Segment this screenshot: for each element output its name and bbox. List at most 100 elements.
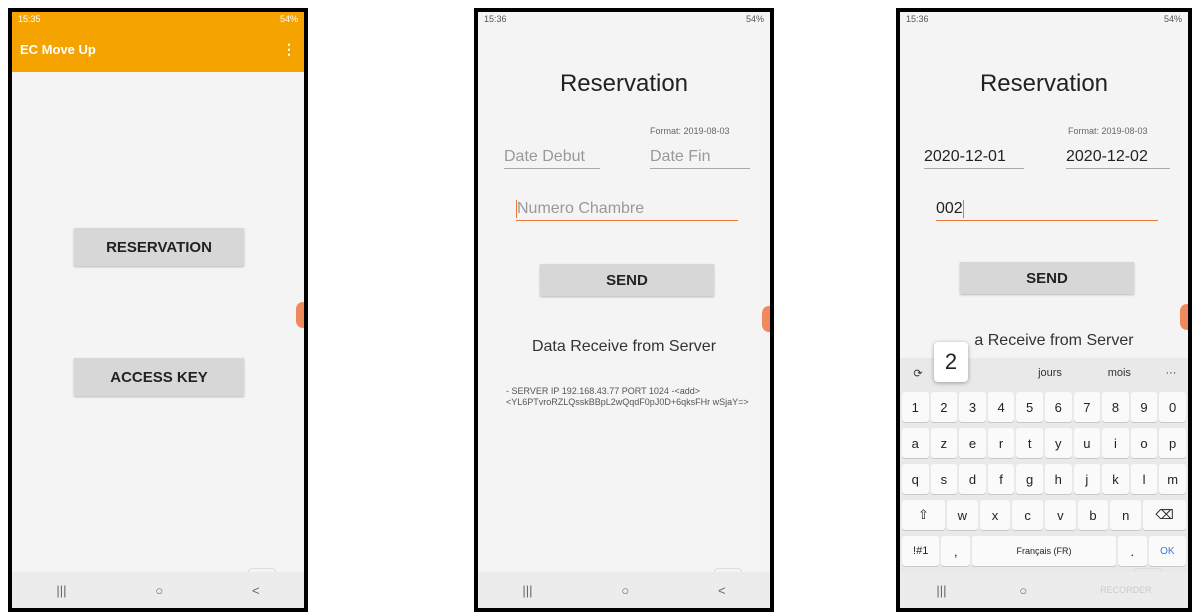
format-hint: Format: 2019-08-03 [650, 126, 730, 136]
suggestion-item[interactable]: jours [1015, 367, 1084, 379]
format-hint: Format: 2019-08-03 [1068, 126, 1148, 136]
key[interactable]: m [1159, 464, 1186, 494]
android-nav-bar: ||| ○ < [478, 572, 770, 608]
key[interactable]: g [1016, 464, 1043, 494]
status-bar: 15:36 54% [478, 12, 770, 26]
status-bar: 15:36 54% [900, 12, 1188, 26]
date-fin-field[interactable]: Date Fin [650, 148, 750, 169]
phone-screen-reservation-filled: 15:36 54% Reservation Format: 2019-08-03… [896, 8, 1192, 612]
key[interactable]: n [1110, 500, 1142, 530]
key[interactable]: y [1044, 428, 1072, 458]
back-button[interactable]: < [718, 583, 726, 598]
recent-apps-button[interactable]: ||| [56, 583, 66, 598]
recent-apps-button[interactable]: ||| [522, 583, 532, 598]
android-nav-bar: ||| ○ < [12, 572, 304, 608]
key[interactable]: e [959, 428, 986, 458]
access-key-button[interactable]: ACCESS KEY [74, 358, 244, 396]
key-row-azerty-1: a z e r t y u i o p [902, 428, 1186, 458]
status-time: 15:35 [18, 14, 41, 24]
key[interactable]: 0 [1159, 392, 1186, 422]
key[interactable]: 7 [1073, 392, 1101, 422]
status-battery: 54% [279, 14, 298, 24]
key[interactable]: h [1044, 464, 1072, 494]
key[interactable]: f [987, 464, 1015, 494]
key[interactable]: d [959, 464, 986, 494]
key[interactable]: v [1045, 500, 1076, 530]
floating-edge-handle[interactable] [1180, 304, 1188, 330]
phone-screen-reservation-empty: 15:36 54% Reservation Format: 2019-08-03… [474, 8, 774, 612]
key[interactable]: . [1117, 536, 1147, 566]
key[interactable]: w [946, 500, 978, 530]
reservation-button[interactable]: RESERVATION [74, 228, 244, 266]
status-time: 15:36 [906, 14, 929, 24]
key[interactable]: q [902, 464, 929, 494]
key[interactable]: r [987, 428, 1015, 458]
shift-key[interactable]: ⇧ [902, 500, 945, 530]
recent-apps-button[interactable]: ||| [936, 583, 946, 598]
key[interactable]: p [1159, 428, 1186, 458]
recorder-label: RECORDER [1100, 585, 1152, 595]
key[interactable]: s [930, 464, 958, 494]
date-debut-field[interactable]: Date Debut [504, 148, 600, 169]
key-row-azerty-3: ⇧ w x c v b n ⌫ [902, 500, 1187, 530]
space-key[interactable]: Français (FR) [972, 536, 1116, 566]
ok-key[interactable]: OK [1148, 536, 1186, 566]
status-time: 15:36 [484, 14, 507, 24]
key[interactable]: a [902, 428, 929, 458]
server-log: - SERVER IP 192.168.43.77 PORT 1024 -<ad… [506, 386, 749, 407]
key-row-bottom: !#1 , Français (FR) . OK [902, 536, 1186, 566]
key[interactable]: x [979, 500, 1011, 530]
date-debut-field[interactable]: 2020-12-01 [924, 148, 1024, 169]
key[interactable]: 9 [1130, 392, 1158, 422]
numero-placeholder: Numero Chambre [517, 200, 645, 218]
key[interactable]: c [1012, 500, 1044, 530]
key[interactable]: u [1073, 428, 1101, 458]
key[interactable]: 6 [1044, 392, 1072, 422]
android-nav-bar: ||| ○ RECORDER [900, 572, 1188, 608]
send-button[interactable]: SEND [960, 262, 1134, 294]
back-button[interactable]: < [252, 583, 260, 598]
status-battery: 54% [1163, 14, 1182, 24]
floating-edge-handle[interactable] [762, 306, 770, 332]
key-row-numbers: 1 2 3 4 5 6 7 8 9 0 [902, 392, 1186, 422]
numero-value: 002 [936, 200, 963, 218]
numero-chambre-field[interactable]: 002 [936, 200, 1158, 222]
phone-screen-main-menu: 15:35 54% EC Move Up ⋮ RESERVATION ACCES… [8, 8, 308, 612]
key[interactable]: i [1102, 428, 1129, 458]
soft-keyboard: ⟳ a n s jours mois ··· 1 2 3 4 5 6 7 8 9 0… [900, 358, 1188, 576]
key[interactable]: 8 [1102, 392, 1129, 422]
page-title: Reservation [979, 70, 1109, 97]
more-suggestions-icon[interactable]: ··· [1154, 367, 1188, 379]
key[interactable]: 2 [930, 392, 958, 422]
clipboard-icon[interactable]: ⟳ [900, 367, 936, 380]
suggestion-item[interactable]: mois [1085, 367, 1154, 379]
backspace-key[interactable]: ⌫ [1143, 500, 1187, 530]
home-button[interactable]: ○ [155, 583, 163, 598]
home-button[interactable]: ○ [1019, 583, 1027, 598]
floating-edge-handle[interactable] [296, 302, 304, 328]
key[interactable]: 4 [987, 392, 1015, 422]
symbols-key[interactable]: !#1 [902, 536, 940, 566]
key[interactable]: k [1102, 464, 1129, 494]
date-fin-field[interactable]: 2020-12-02 [1066, 148, 1170, 169]
key[interactable]: z [930, 428, 958, 458]
key-row-azerty-2: q s d f g h j k l m [902, 464, 1186, 494]
text-caret [962, 200, 964, 218]
key[interactable]: o [1130, 428, 1158, 458]
key[interactable]: l [1130, 464, 1158, 494]
home-button[interactable]: ○ [621, 583, 629, 598]
key[interactable]: , [941, 536, 971, 566]
send-button[interactable]: SEND [540, 264, 714, 296]
page-title: Reservation [559, 70, 689, 97]
numero-chambre-field[interactable]: Numero Chambre [516, 200, 738, 222]
key[interactable]: 1 [902, 392, 929, 422]
key[interactable]: b [1077, 500, 1109, 530]
app-bar: EC Move Up ⋮ [12, 26, 304, 72]
key[interactable]: 3 [959, 392, 986, 422]
key[interactable]: j [1073, 464, 1101, 494]
key[interactable]: 5 [1016, 392, 1043, 422]
data-heading: Data Receive from Server [531, 338, 717, 355]
more-vert-icon[interactable]: ⋮ [282, 41, 296, 58]
key[interactable]: t [1016, 428, 1043, 458]
status-bar: 15:35 54% [12, 12, 304, 26]
